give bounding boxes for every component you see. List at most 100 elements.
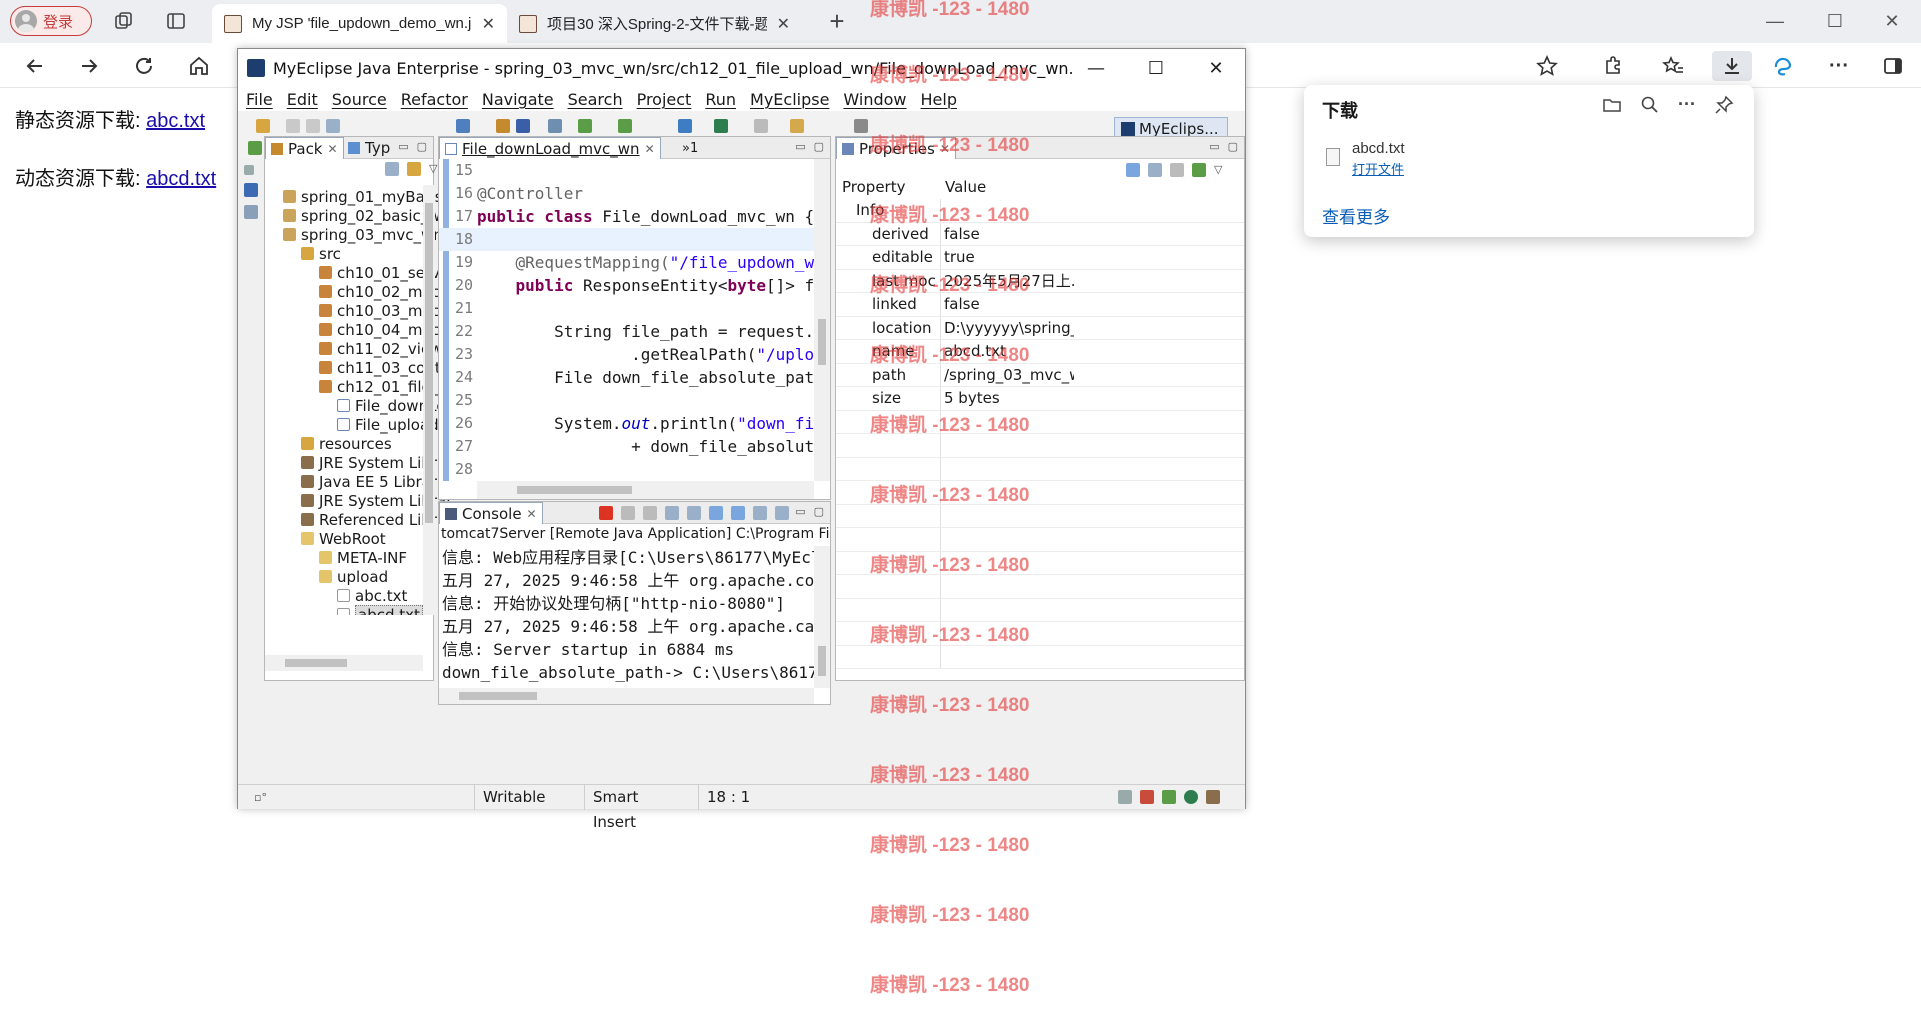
property-row[interactable]: locationD:\yyyyyy\spring_... [836, 316, 1244, 340]
refresh-button[interactable] [127, 51, 161, 81]
link-editor-icon[interactable] [407, 162, 421, 176]
window-minimize-button[interactable]: — [1745, 0, 1805, 43]
display-console-icon[interactable] [775, 506, 789, 520]
scroll-lock-icon[interactable] [687, 506, 701, 520]
maximize-view-icon[interactable]: ▢ [814, 505, 824, 518]
menu-search[interactable]: Search [568, 90, 623, 109]
more-options-icon[interactable]: ··· [1678, 95, 1696, 115]
network-icon[interactable] [1184, 790, 1198, 804]
pin-selection-icon[interactable] [1192, 163, 1206, 177]
web-service-icon[interactable] [618, 119, 632, 133]
property-row[interactable]: name abcd.txt [836, 340, 1244, 364]
scroll-thumb[interactable] [818, 646, 826, 676]
updates-icon[interactable] [1206, 790, 1220, 804]
menu-run[interactable]: Run [705, 90, 736, 109]
show-categories-icon[interactable] [1126, 163, 1140, 177]
open-package-icon[interactable] [496, 119, 510, 133]
word-wrap-icon[interactable] [709, 506, 723, 520]
console-output[interactable]: 信息: Web应用程序目录[C:\Users\86177\MyEclipse 五… [439, 546, 830, 688]
tab-console[interactable]: Console ✕ [439, 502, 543, 524]
close-tab-icon[interactable]: ✕ [777, 14, 790, 34]
show-on-output-icon[interactable] [731, 506, 745, 520]
tree-item-selected[interactable]: abcd.txt [337, 603, 423, 615]
property-row[interactable]: last moc 2025年5月27日上... [836, 269, 1244, 293]
nav-back-icon[interactable] [754, 119, 768, 133]
save-all-icon[interactable] [306, 119, 320, 133]
property-row[interactable]: linked false [836, 293, 1244, 317]
download-item[interactable]: abcd.txt 打开文件 [1326, 140, 1405, 178]
sidebar-toggle-icon[interactable] [1876, 51, 1910, 81]
minimize-view-icon[interactable]: ▭ [1209, 140, 1219, 153]
tab-actions-icon[interactable] [161, 6, 191, 36]
new-tab-button[interactable]: + [822, 6, 852, 36]
profile-button[interactable]: 登录 [10, 6, 92, 36]
home-button[interactable] [182, 51, 216, 81]
explorer-vertical-scrollbar[interactable] [423, 185, 435, 615]
extensions-icon[interactable] [1596, 51, 1630, 81]
clear-console-icon[interactable] [665, 506, 679, 520]
favorite-star-icon[interactable] [1530, 51, 1564, 81]
property-row[interactable]: derived false [836, 222, 1244, 246]
save-icon[interactable] [286, 119, 300, 133]
menu-myeclipse[interactable]: MyEclipse [750, 90, 829, 109]
favorites-icon[interactable] [1656, 51, 1690, 81]
code-area[interactable]: 15 16 @Controller 17 public class File_dow… [439, 159, 830, 481]
ide-maximize-button[interactable]: ☐ [1126, 49, 1186, 87]
close-editor-icon[interactable]: ✕ [645, 142, 655, 156]
minimize-view-icon[interactable]: ▭ [398, 140, 408, 153]
restore-default-icon[interactable] [1170, 163, 1184, 177]
edge-sidebar-icon[interactable] [1766, 51, 1800, 81]
server-status-icon[interactable] [1140, 790, 1154, 804]
view-menu-icon[interactable]: ▽ [1214, 163, 1222, 177]
console-horizontal-scrollbar[interactable] [439, 688, 814, 704]
close-tab-icon[interactable]: ✕ [482, 14, 495, 34]
deploy-icon[interactable] [578, 119, 592, 133]
minimize-view-icon[interactable]: ▭ [795, 505, 805, 518]
server-icon[interactable] [548, 119, 562, 133]
property-row[interactable]: size 5 bytes [836, 387, 1244, 411]
fast-view-icon[interactable]: ▫° [246, 785, 267, 810]
pin-icon[interactable] [1714, 95, 1734, 115]
workspaces-icon[interactable] [109, 6, 139, 36]
window-maximize-button[interactable]: ☐ [1805, 0, 1865, 43]
open-file-link[interactable]: 打开文件 [1352, 159, 1405, 178]
more-menu-icon[interactable]: ··· [1822, 51, 1856, 81]
monitor-icon[interactable] [1162, 790, 1176, 804]
menu-window[interactable]: Window [843, 90, 906, 109]
close-view-icon[interactable]: ✕ [940, 142, 950, 156]
back-button[interactable] [18, 51, 52, 81]
menu-refactor[interactable]: Refactor [401, 90, 468, 109]
scroll-thumb[interactable] [425, 203, 433, 523]
restore-icon[interactable] [1118, 790, 1132, 804]
close-view-icon[interactable]: ✕ [328, 142, 338, 156]
task-icon[interactable] [790, 119, 804, 133]
property-row[interactable]: editable true [836, 246, 1244, 270]
debug-icon[interactable] [248, 141, 262, 155]
maximize-view-icon[interactable]: ▢ [1228, 140, 1238, 153]
collapse-all-icon[interactable] [385, 162, 399, 176]
pin-console-icon[interactable] [753, 506, 767, 520]
tab-properties[interactable]: Properties ✕ [836, 137, 956, 159]
ide-minimize-button[interactable]: — [1066, 49, 1126, 87]
scroll-thumb[interactable] [818, 319, 826, 365]
tab-file-download-java[interactable]: File_downLoad_mvc_wn ✕ [439, 137, 661, 159]
maximize-view-icon[interactable]: ▢ [417, 140, 427, 153]
globe-icon[interactable] [714, 119, 728, 133]
remove-launch-icon[interactable] [621, 506, 635, 520]
static-download-link[interactable]: abc.txt [146, 110, 205, 132]
print-icon[interactable] [326, 119, 340, 133]
tab-type-hierarchy[interactable]: Typ [343, 137, 395, 159]
open-type-icon[interactable] [456, 119, 470, 133]
dynamic-download-link[interactable]: abcd.txt [146, 168, 216, 190]
scroll-thumb[interactable] [285, 659, 347, 667]
view-menu-icon[interactable]: ▽ [429, 162, 437, 176]
new-wizard-icon[interactable] [256, 119, 270, 133]
window-close-button[interactable]: ✕ [1862, 0, 1921, 43]
scroll-thumb[interactable] [459, 692, 537, 700]
toolbar-menu-icon[interactable] [854, 119, 868, 133]
terminate-icon[interactable] [599, 506, 613, 520]
menu-file[interactable]: File [246, 90, 273, 109]
scroll-thumb[interactable] [517, 486, 632, 494]
menu-source[interactable]: Source [332, 90, 387, 109]
tab-package-explorer[interactable]: Pack ✕ [265, 137, 344, 159]
